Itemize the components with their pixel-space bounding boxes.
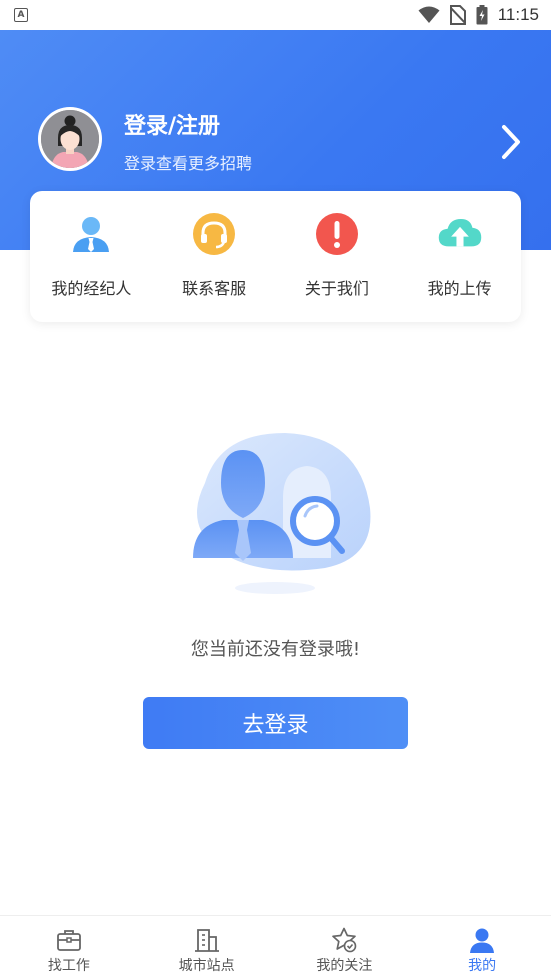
cloud-upload-icon	[438, 218, 481, 247]
status-icons: 11:15	[418, 5, 539, 25]
tab-label: 我的关注	[316, 958, 373, 974]
quick-action-my-uploads[interactable]: 我的上传	[398, 191, 521, 322]
tab-label: 找工作	[47, 958, 90, 974]
quick-action-agent[interactable]: 我的经纪人	[30, 191, 153, 322]
wifi-icon	[418, 6, 440, 23]
login-register-link[interactable]: 登录/注册	[124, 108, 220, 140]
avatar[interactable]	[38, 107, 102, 171]
bottom-tab-bar: 找工作 城市站点 我的关注 我的	[0, 915, 551, 979]
tab-mine[interactable]: 我的	[413, 916, 551, 979]
quick-action-label: 我的上传	[427, 279, 492, 298]
no-sim-icon	[449, 5, 466, 25]
headset-icon	[193, 213, 236, 255]
building-icon	[194, 929, 219, 952]
chevron-right-icon[interactable]	[498, 122, 524, 162]
clock: 11:15	[497, 5, 539, 24]
app-notification-icon: A	[14, 8, 28, 22]
not-logged-in-message: 您当前还没有登录哦!	[190, 639, 361, 660]
tab-city-sites[interactable]: 城市站点	[138, 916, 276, 979]
quick-action-label: 关于我们	[304, 279, 369, 298]
briefcase-icon	[56, 930, 81, 951]
quick-action-about-us[interactable]: 关于我们	[276, 191, 399, 322]
agent-icon	[73, 217, 110, 252]
quick-action-label: 联系客服	[182, 279, 247, 298]
info-alert-icon	[315, 213, 358, 255]
person-search-illustration	[193, 433, 371, 594]
tab-label: 城市站点	[178, 958, 235, 974]
login-subtitle: 登录查看更多招聘	[124, 154, 253, 173]
battery-charging-icon	[476, 5, 488, 25]
user-icon	[470, 928, 495, 953]
quick-actions-card: 我的经纪人 联系客服 关于我们 我的上传	[30, 191, 521, 322]
tab-my-follows[interactable]: 我的关注	[276, 916, 414, 979]
tab-find-job[interactable]: 找工作	[0, 916, 138, 979]
go-login-button[interactable]: 去登录	[143, 697, 408, 749]
quick-action-label: 我的经纪人	[51, 279, 132, 298]
status-bar: A 11:15	[0, 0, 551, 30]
quick-action-customer-service[interactable]: 联系客服	[153, 191, 276, 322]
star-check-icon	[332, 927, 357, 953]
tab-label: 我的	[468, 958, 497, 974]
